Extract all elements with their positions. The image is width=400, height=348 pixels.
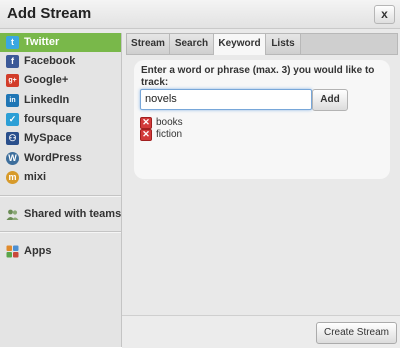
linkedin-icon: in	[6, 94, 19, 107]
tab-bar: Stream Search Keyword Lists	[126, 33, 398, 55]
dialog-title: Add Stream	[7, 5, 92, 22]
sidebar-item-foursquare[interactable]: ✓ foursquare	[0, 110, 121, 129]
create-stream-button[interactable]: Create Stream	[316, 322, 397, 344]
sidebar-item-label: Apps	[24, 245, 52, 257]
sidebar-item-label: foursquare	[24, 113, 82, 125]
network-sidebar: t Twitter f Facebook g+ Google+ in Linke…	[0, 33, 122, 347]
sidebar-item-label: mixi	[24, 171, 47, 183]
mixi-icon: m	[6, 171, 19, 184]
sidebar-item-label: WordPress	[24, 152, 82, 164]
sidebar-item-facebook[interactable]: f Facebook	[0, 52, 121, 71]
myspace-icon: ⚇	[6, 132, 19, 145]
sidebar-item-shared-with-teams[interactable]: Shared with teams	[0, 205, 121, 224]
sidebar-item-label: Facebook	[24, 55, 76, 67]
sidebar-item-label: Google+	[24, 74, 69, 86]
teams-icon	[6, 208, 19, 221]
tab-keyword[interactable]: Keyword	[214, 34, 266, 55]
twitter-icon: t	[6, 36, 19, 49]
add-stream-dialog: Add Stream x t Twitter f Facebook g+ Goo…	[0, 0, 400, 348]
sidebar-item-wordpress[interactable]: W WordPress	[0, 149, 121, 168]
title-bar: Add Stream x	[0, 0, 400, 29]
main-content: Stream Search Keyword Lists Enter a word…	[122, 33, 400, 347]
add-keyword-button[interactable]: Add	[312, 89, 348, 111]
apps-icon	[6, 245, 19, 258]
sidebar-item-label: LinkedIn	[24, 94, 70, 106]
keyword-label: books	[156, 117, 183, 128]
tab-lists[interactable]: Lists	[266, 34, 301, 54]
keyword-label: fiction	[156, 129, 183, 140]
sidebar-item-linkedin[interactable]: in LinkedIn	[0, 91, 121, 110]
facebook-icon: f	[6, 55, 19, 68]
remove-icon[interactable]: ✕	[140, 129, 152, 141]
sidebar-item-label: Shared with teams	[24, 208, 122, 220]
tab-stream[interactable]: Stream	[127, 34, 170, 54]
sidebar-item-myspace[interactable]: ⚇ MySpace	[0, 129, 121, 148]
close-button[interactable]: x	[374, 5, 395, 24]
sidebar-item-label: MySpace	[24, 132, 72, 144]
google-plus-icon: g+	[6, 74, 19, 87]
remove-icon[interactable]: ✕	[140, 117, 152, 129]
tab-search[interactable]: Search	[170, 34, 214, 54]
foursquare-icon: ✓	[6, 113, 19, 126]
sidebar-divider	[0, 231, 121, 233]
sidebar-item-google-plus[interactable]: g+ Google+	[0, 71, 121, 90]
sidebar-item-apps[interactable]: Apps	[0, 242, 121, 261]
sidebar-item-twitter[interactable]: t Twitter	[0, 33, 121, 52]
keyword-panel: Enter a word or phrase (max. 3) you woul…	[134, 60, 390, 179]
dialog-footer: Create Stream	[122, 315, 400, 348]
wordpress-icon: W	[6, 152, 19, 165]
keyword-input[interactable]	[140, 89, 312, 110]
sidebar-item-label: Twitter	[24, 36, 60, 48]
sidebar-item-mixi[interactable]: m mixi	[0, 168, 121, 187]
keyword-prompt: Enter a word or phrase (max. 3) you woul…	[141, 65, 375, 88]
sidebar-divider	[0, 195, 121, 197]
